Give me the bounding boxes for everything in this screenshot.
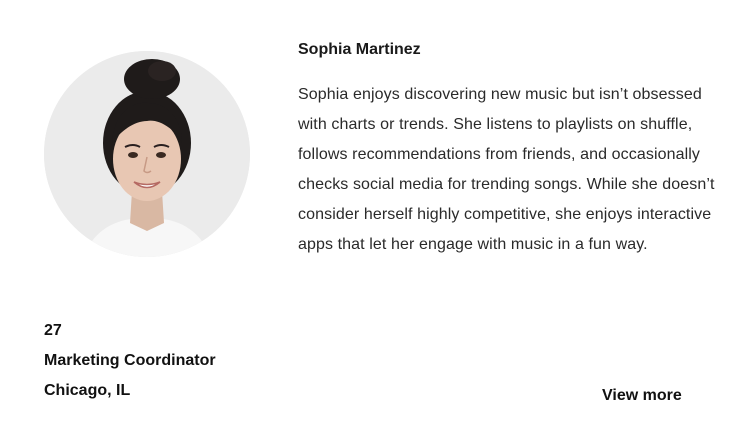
profile-bio: Sophia enjoys discovering new music but …: [298, 86, 715, 253]
avatar: [44, 51, 250, 257]
avatar-photo-icon: [44, 51, 250, 257]
view-more-button[interactable]: View more: [602, 384, 682, 408]
profile-occupation: Marketing Coordinator: [44, 352, 216, 369]
profile-age: 27: [44, 322, 62, 339]
profile-name: Sophia Martinez: [298, 41, 421, 58]
profile-location: Chicago, IL: [44, 382, 131, 399]
profile-facts: 27 Marketing Coordinator Chicago, IL: [44, 316, 216, 406]
